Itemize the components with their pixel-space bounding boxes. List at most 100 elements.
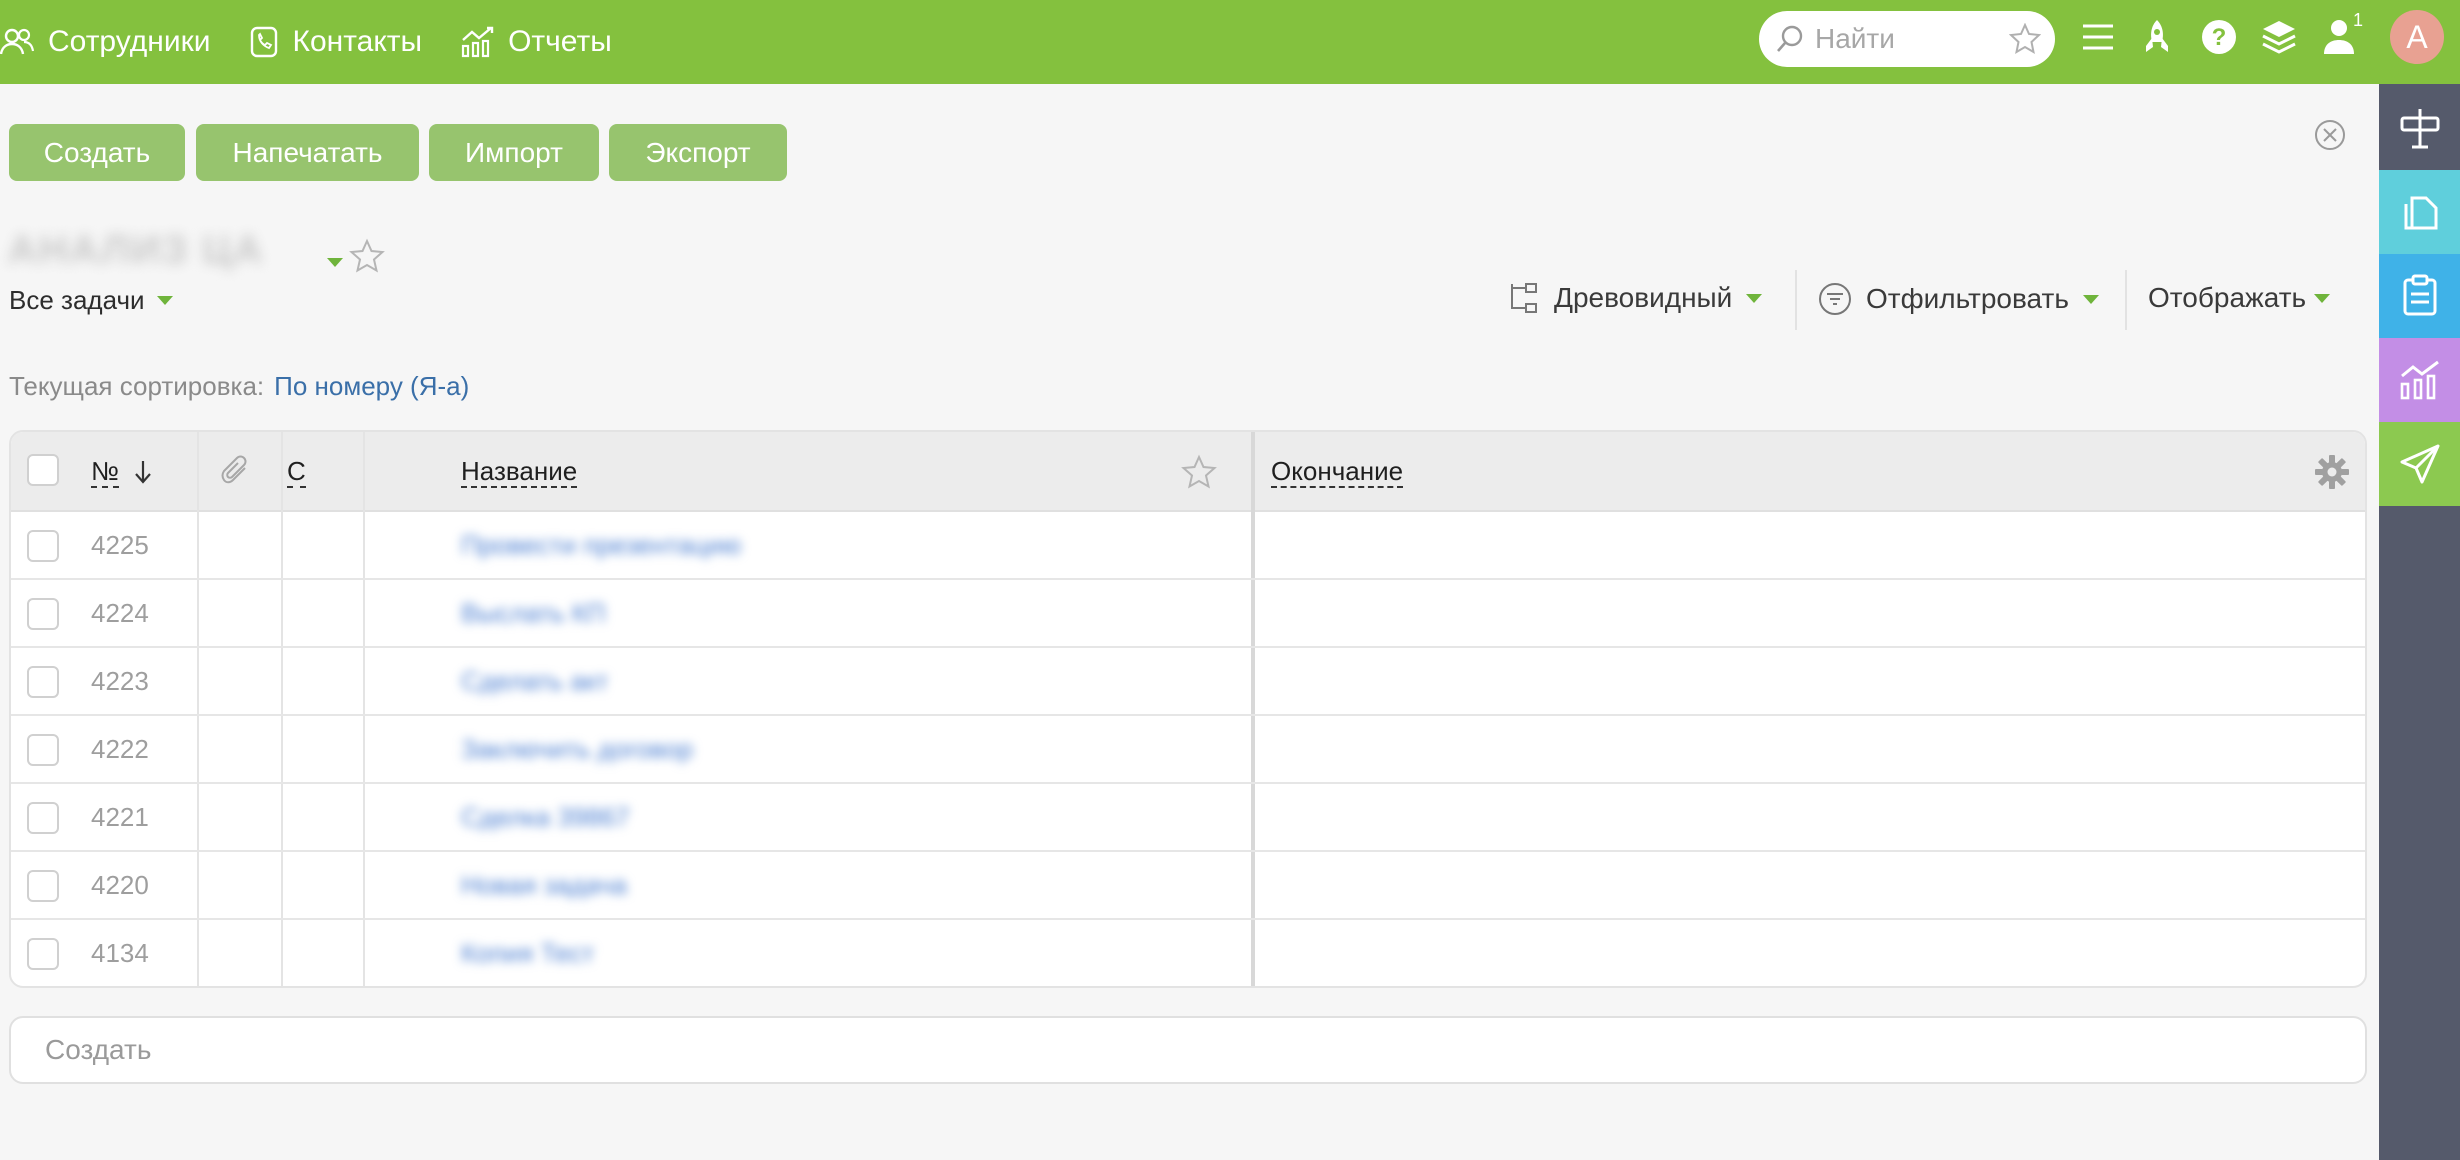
tree-icon [1511, 283, 1537, 313]
notification-badge: 1 [2353, 10, 2364, 30]
svg-text:?: ? [2212, 24, 2227, 51]
avatar[interactable]: А [2390, 10, 2444, 64]
tasks-table: № С Название Окончание 4225 Провести пре… [9, 430, 2367, 988]
chevron-down-icon [1746, 293, 1763, 303]
users-icon [0, 28, 34, 55]
row-checkbox[interactable] [27, 938, 59, 970]
create-button[interactable]: Создать [9, 124, 185, 181]
task-name-link[interactable]: Сделать акт [461, 666, 608, 697]
chevron-down-icon [2314, 293, 2331, 303]
attachment-icon [221, 455, 247, 484]
search-box [1759, 11, 2055, 67]
sort-arrow-down-icon [135, 461, 151, 484]
column-number-label: № [91, 456, 119, 488]
task-number: 4134 [91, 938, 149, 968]
tree-view-dropdown[interactable]: Древовидный [1508, 282, 1763, 314]
clipboard-icon [2403, 274, 2436, 316]
all-tasks-label: Все задачи [9, 285, 145, 315]
right-rail [2379, 84, 2460, 1160]
menu-icon[interactable] [2081, 22, 2115, 52]
project-title: АНАЛИЗ ЦА [8, 228, 265, 272]
row-checkbox[interactable] [27, 802, 59, 834]
row-checkbox[interactable] [27, 734, 59, 766]
tree-view-label: Древовидный [1554, 282, 1733, 313]
task-number: 4223 [91, 666, 149, 696]
top-bar: Сотрудники Контакты Отчеты ? 1 А [0, 0, 2460, 84]
nav-reports[interactable]: Отчеты [460, 25, 612, 59]
divider [1795, 270, 1797, 330]
favorite-star-icon[interactable] [1181, 454, 1217, 490]
close-icon[interactable] [2313, 118, 2347, 152]
gear-icon[interactable] [2314, 454, 2350, 490]
chevron-down-icon [2082, 294, 2099, 304]
rail-signpost-button[interactable] [2379, 86, 2460, 170]
task-name-link[interactable]: Копия Тест [461, 938, 594, 969]
row-checkbox[interactable] [27, 666, 59, 698]
row-checkbox[interactable] [27, 598, 59, 630]
column-c-label: С [287, 456, 306, 488]
paper-plane-icon [2400, 444, 2439, 484]
nav-contacts[interactable]: Контакты [249, 25, 423, 59]
select-all-checkbox[interactable] [27, 454, 59, 486]
user-icon[interactable] [2322, 18, 2356, 56]
rail-send-button[interactable] [2379, 422, 2460, 506]
rail-documents-button[interactable] [2379, 170, 2460, 254]
search-icon [1777, 25, 1803, 52]
print-button[interactable]: Напечатать [196, 124, 419, 181]
nav-employees-label: Сотрудники [48, 25, 211, 58]
row-checkbox[interactable] [27, 870, 59, 902]
task-name-link[interactable]: Новая задача [461, 870, 627, 901]
table-row[interactable]: 4225 Провести презентацию [11, 512, 2365, 580]
row-checkbox[interactable] [27, 530, 59, 562]
filter-label: Отфильтровать [1866, 283, 2069, 314]
help-icon[interactable]: ? [2200, 18, 2238, 56]
divider [2125, 270, 2127, 330]
export-button[interactable]: Экспорт [609, 124, 787, 181]
table-row[interactable]: 4221 Сделка 39867 [11, 784, 2365, 852]
quick-create-input[interactable] [9, 1016, 2367, 1084]
display-label: Отображать [2148, 282, 2307, 313]
sort-value-link[interactable]: По номеру (Я-а) [274, 371, 469, 401]
column-name[interactable]: Название [461, 432, 578, 512]
favorite-star-icon[interactable] [2009, 23, 2041, 55]
signpost-icon [2400, 109, 2439, 149]
task-name-link[interactable]: Сделка 39867 [461, 802, 630, 833]
all-tasks-filter[interactable]: Все задачи [9, 285, 173, 316]
chart-icon [461, 26, 494, 58]
nav-reports-label: Отчеты [508, 25, 612, 58]
import-button[interactable]: Импорт [429, 124, 599, 181]
nav-contacts-label: Контакты [292, 25, 423, 58]
project-dropdown-icon[interactable] [327, 258, 343, 267]
rail-tasks-button[interactable] [2379, 254, 2460, 338]
table-row[interactable]: 4134 Копия Тест [11, 920, 2365, 986]
task-name-link[interactable]: Заключить договор [461, 734, 693, 765]
phone-book-icon [250, 26, 277, 58]
layers-icon[interactable] [2260, 18, 2298, 56]
table-row[interactable]: 4222 Заключить договор [11, 716, 2365, 784]
task-name-link[interactable]: Провести презентацию [461, 530, 741, 561]
table-row[interactable]: 4220 Новая задача [11, 852, 2365, 920]
column-end[interactable]: Окончание [1271, 432, 1404, 512]
search-input[interactable] [1815, 23, 1995, 55]
rail-analytics-button[interactable] [2379, 338, 2460, 422]
task-number: 4225 [91, 530, 149, 560]
project-favorite-star-icon[interactable] [349, 238, 385, 274]
filter-dropdown[interactable]: Отфильтровать [1818, 282, 2099, 316]
column-number[interactable]: № [91, 432, 153, 512]
chart-icon [2400, 360, 2439, 400]
task-number: 4220 [91, 870, 149, 900]
chevron-down-icon [156, 296, 173, 305]
nav-employees[interactable]: Сотрудники [0, 25, 211, 59]
column-name-label: Название [461, 456, 578, 488]
task-number: 4221 [91, 802, 149, 832]
current-sort: Текущая сортировка: По номеру (Я-а) [9, 371, 469, 402]
table-row[interactable]: 4224 Выслать КП [11, 580, 2365, 648]
column-end-label: Окончание [1271, 456, 1404, 488]
column-c[interactable]: С [287, 432, 306, 512]
rocket-icon[interactable] [2142, 18, 2172, 58]
task-name-link[interactable]: Выслать КП [461, 598, 606, 629]
table-row[interactable]: 4223 Сделать акт [11, 648, 2365, 716]
task-number: 4222 [91, 734, 149, 764]
display-dropdown[interactable]: Отображать [2148, 282, 2331, 314]
documents-icon [2404, 196, 2437, 230]
